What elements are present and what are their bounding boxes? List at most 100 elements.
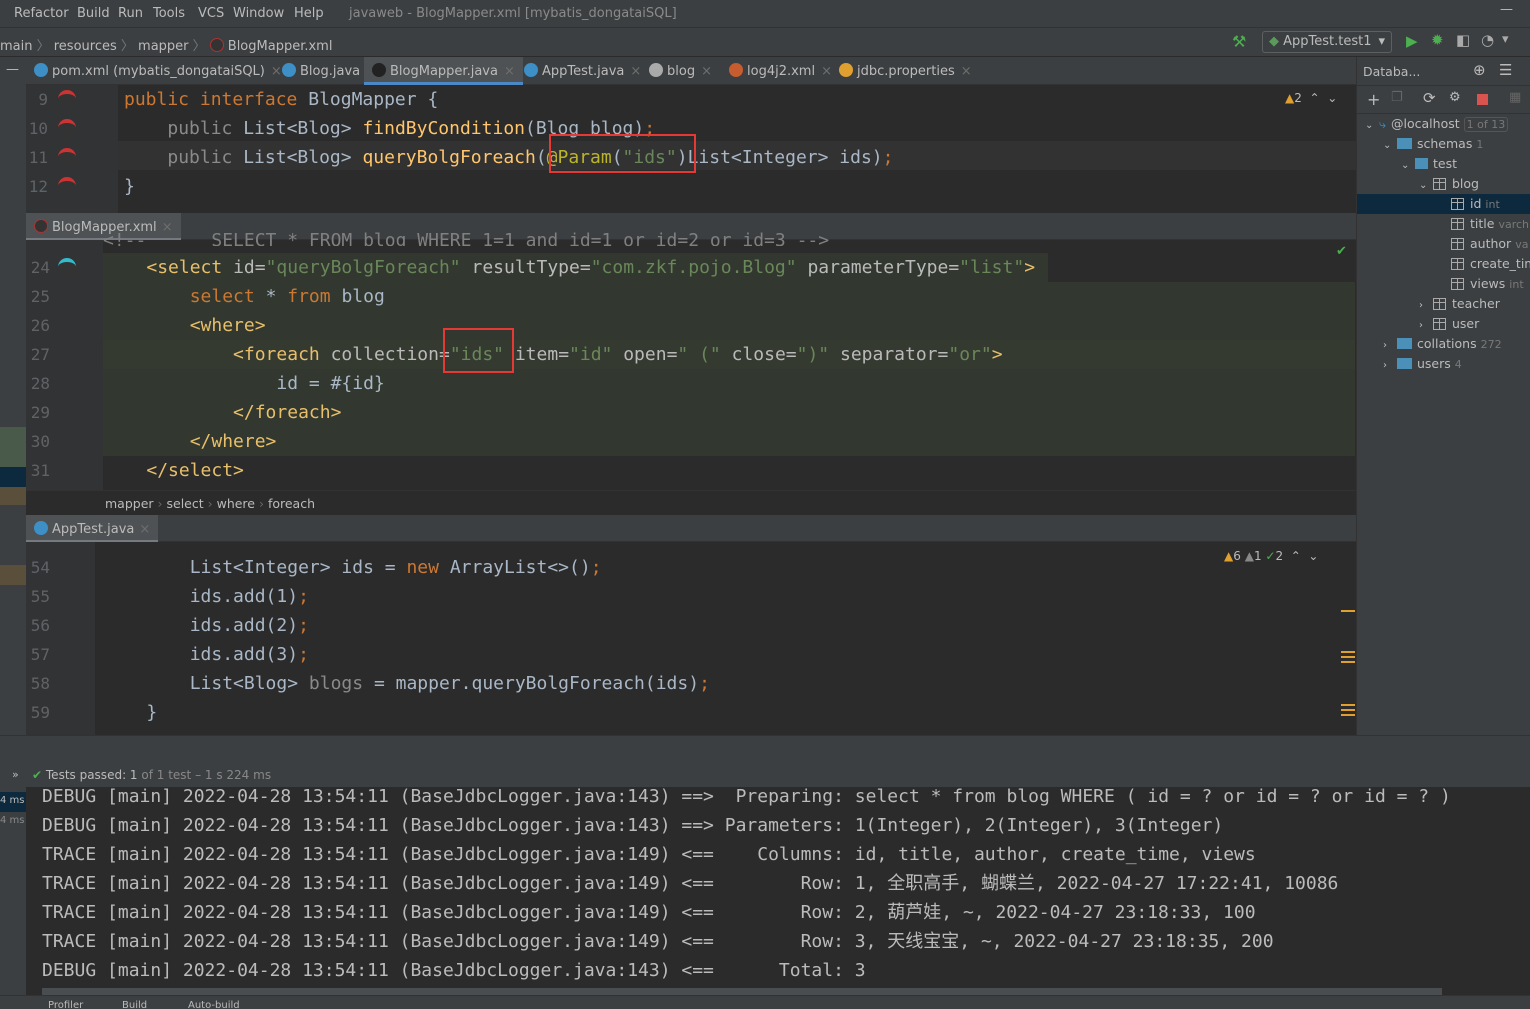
db-tree-table[interactable]: ⌄ blog — [1357, 174, 1530, 194]
locate-icon[interactable]: ⊕ — [1473, 61, 1486, 79]
profiler-icon[interactable]: ◔ — [1481, 31, 1494, 49]
menu-window[interactable]: Window — [233, 6, 284, 21]
horizontal-scrollbar[interactable] — [42, 988, 1442, 995]
db-tree-table[interactable]: › user — [1357, 314, 1530, 334]
breadcrumb-item[interactable]: main — [0, 39, 32, 54]
status-auto-build[interactable]: Auto-build — [188, 1000, 240, 1009]
db-tree-host[interactable]: ⌄ ⤷ @localhost 1 of 13 — [1357, 114, 1530, 134]
chevron-right-icon[interactable]: › — [1383, 336, 1397, 356]
tab-pom-xml[interactable]: pom.xml (mybatis_dongataiSQL) × — [26, 57, 290, 85]
line-number: 55 — [30, 587, 50, 606]
prev-highlight-icon[interactable]: ⌃ — [1310, 91, 1320, 105]
code-line: </foreach> — [103, 398, 341, 427]
scroll-marker[interactable] — [1341, 651, 1355, 663]
mapper-navigation-icon[interactable] — [58, 90, 76, 108]
breadcrumb-separator-icon: › — [153, 496, 167, 511]
status-build[interactable]: Build — [122, 1000, 147, 1009]
breadcrumb-item[interactable]: BlogMapper.xml — [228, 39, 333, 54]
db-tree-column[interactable]: author va — [1357, 234, 1530, 254]
chevron-down-icon[interactable]: ⌄ — [1401, 156, 1415, 176]
tab-blog[interactable]: blog × — [641, 57, 720, 85]
chevron-right-icon[interactable]: › — [1419, 296, 1433, 316]
more-run-chevron-icon[interactable]: ▾ — [1502, 32, 1509, 47]
duplicate-icon[interactable]: ❐ — [1391, 90, 1403, 105]
editor-apptest-java[interactable]: 54 List<Integer> ids = new ArrayList<>()… — [0, 553, 1356, 735]
xml-breadcrumb-item[interactable]: foreach — [268, 496, 315, 511]
db-tree-folder[interactable]: ⌄ schemas 1 — [1357, 134, 1530, 154]
collapse-icon[interactable]: — — [6, 62, 19, 77]
database-toolbar: + ❐ ⟳ ⚙ ▦ — [1357, 85, 1530, 114]
run-icon[interactable]: ▶ — [1406, 32, 1418, 50]
close-icon[interactable]: × — [701, 64, 712, 79]
mapper-navigation-icon[interactable] — [58, 258, 76, 276]
refresh-icon[interactable]: ⟳ — [1423, 89, 1436, 107]
db-tree-folder[interactable]: › users 4 — [1357, 354, 1530, 374]
table-view-icon[interactable]: ▦ — [1509, 90, 1521, 105]
menu-help[interactable]: Help — [294, 6, 324, 21]
menu-bar: Refactor Build Run Tools VCS Window Help javaw… — [0, 0, 1530, 28]
chevron-right-icon[interactable]: › — [1419, 316, 1433, 336]
debug-icon[interactable]: ✹ — [1431, 31, 1444, 49]
close-icon[interactable]: × — [504, 64, 515, 79]
line-number: 24 — [30, 258, 50, 277]
menu-tools[interactable]: Tools — [153, 6, 185, 21]
console-output[interactable]: DEBUG [main] 2022-04-28 13:54:11 (BaseJd… — [26, 787, 1530, 995]
menu-run[interactable]: Run — [118, 6, 143, 21]
close-icon[interactable]: × — [630, 64, 641, 79]
build-hammer-icon[interactable]: ⚒ — [1232, 32, 1246, 51]
code-token: ArrayList<>() — [449, 557, 591, 578]
menu-vcs[interactable]: VCS — [198, 6, 224, 21]
db-tree-column[interactable]: id int — [1357, 194, 1530, 214]
next-highlight-icon[interactable]: ⌄ — [1327, 91, 1337, 105]
mapper-navigation-icon[interactable] — [58, 177, 76, 195]
tab-label: AppTest.java — [542, 64, 625, 79]
coverage-icon[interactable]: ◧ — [1456, 31, 1470, 49]
scroll-marker[interactable] — [1341, 610, 1355, 612]
tree-label: views — [1470, 276, 1506, 291]
chevron-down-icon[interactable]: ⌄ — [1419, 176, 1433, 196]
test-time[interactable]: 4 ms — [0, 815, 25, 826]
chevron-right-icon[interactable]: › — [1383, 356, 1397, 376]
console-line: DEBUG [main] 2022-04-28 13:54:11 (BaseJd… — [42, 787, 1451, 807]
close-icon[interactable]: × — [139, 522, 150, 537]
run-config-dropdown[interactable]: ◆ AppTest.test1 ▾ — [1262, 31, 1392, 53]
inspection-widget-2[interactable]: ▲6 ▲1 ✓2 ⌃ ⌄ — [1224, 549, 1318, 563]
xml-breadcrumb-item[interactable]: select — [167, 496, 204, 511]
editor-blogmapper-xml[interactable]: 24 <select id="queryBolgForeach" resultT… — [0, 253, 1356, 490]
stop-icon[interactable] — [1477, 94, 1488, 105]
breadcrumb-item[interactable]: mapper — [138, 39, 188, 54]
menu-build[interactable]: Build — [77, 6, 110, 21]
chevron-down-icon[interactable]: ⌄ — [1365, 116, 1379, 136]
mapper-navigation-icon[interactable] — [58, 119, 76, 137]
tab-jdbc-properties[interactable]: jdbc.properties × — [831, 57, 980, 85]
xml-breadcrumb-item[interactable]: where — [217, 496, 255, 511]
line-number: 31 — [30, 461, 50, 480]
tab-apptest-java[interactable]: AppTest.java × — [516, 57, 649, 85]
db-tree-column[interactable]: title varch — [1357, 214, 1530, 234]
tab-log4j2-xml[interactable]: log4j2.xml × — [721, 57, 840, 85]
breadcrumb-item[interactable]: resources — [54, 39, 117, 54]
menu-refactor[interactable]: Refactor — [14, 6, 69, 21]
collapse-all-icon[interactable]: ☰ — [1499, 61, 1512, 79]
xml-breadcrumb-item[interactable]: mapper — [105, 496, 154, 511]
close-icon[interactable]: × — [961, 64, 972, 79]
mapper-navigation-icon[interactable] — [58, 148, 76, 166]
console-line: DEBUG [main] 2022-04-28 13:54:11 (BaseJd… — [42, 960, 866, 981]
db-tree-column[interactable]: views int — [1357, 274, 1530, 294]
db-tree-schema[interactable]: ⌄ test — [1357, 154, 1530, 174]
db-tree-column[interactable]: create_tim — [1357, 254, 1530, 274]
scroll-marker[interactable] — [1341, 704, 1355, 716]
tab-apptest-java[interactable]: AppTest.java × — [26, 515, 159, 542]
chevron-down-icon[interactable]: ⌄ — [1383, 136, 1397, 156]
code-token: ; — [298, 644, 309, 665]
add-icon[interactable]: + — [1367, 90, 1380, 109]
tab-blogmapper-java[interactable]: BlogMapper.java × — [364, 57, 523, 85]
db-tree-table[interactable]: › teacher — [1357, 294, 1530, 314]
expand-icon[interactable]: » — [12, 768, 19, 781]
minimize-button[interactable]: — — [1500, 2, 1513, 17]
status-profiler[interactable]: Profiler — [48, 1000, 83, 1009]
inspection-widget[interactable]: ▲2 ⌃ ⌄ — [1285, 91, 1337, 105]
db-tree-folder[interactable]: › collations 272 — [1357, 334, 1530, 354]
test-time[interactable]: 4 ms — [0, 792, 26, 812]
properties-icon[interactable]: ⚙ — [1449, 90, 1461, 105]
